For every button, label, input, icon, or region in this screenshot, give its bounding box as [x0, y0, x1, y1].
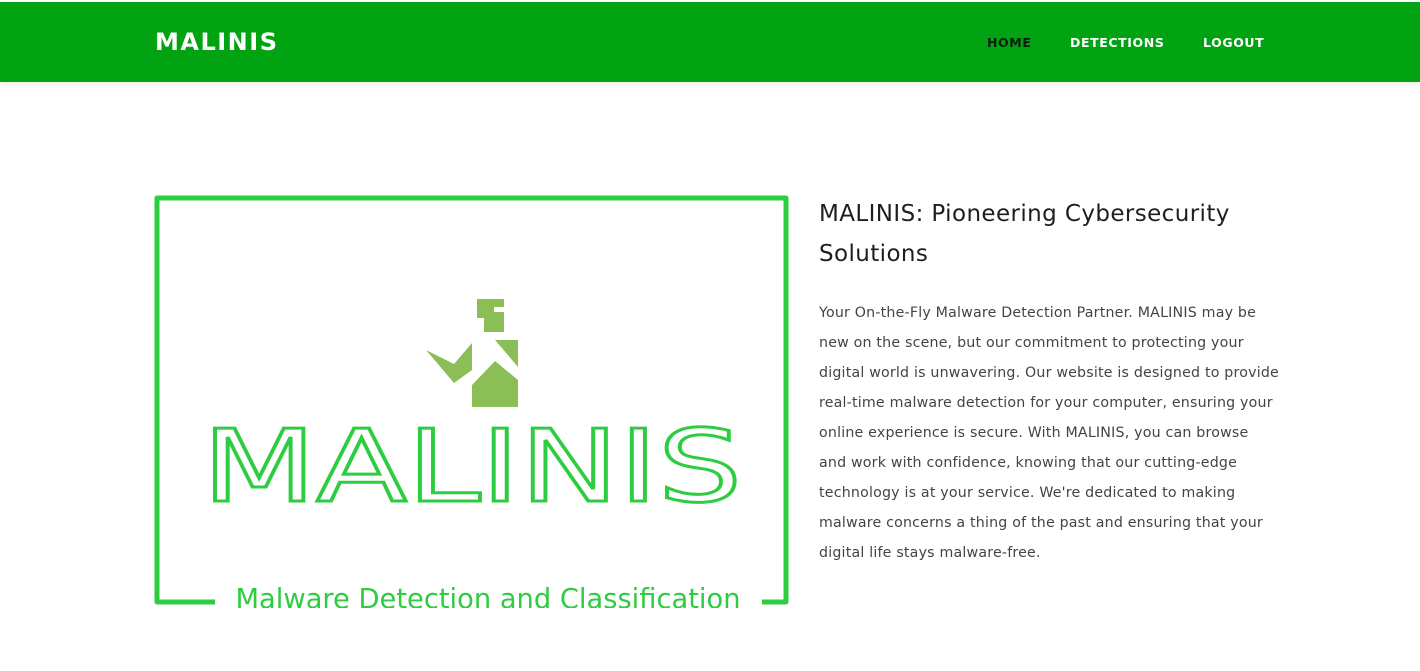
- logo-frame: [154, 195, 789, 605]
- logo-tagline: Malware Detection and Classification: [236, 582, 741, 608]
- mascot-icon: [426, 299, 518, 407]
- hero-title: MALINIS: Pioneering Cybersecurity Soluti…: [819, 201, 1230, 267]
- nav-link-home[interactable]: HOME: [987, 35, 1031, 51]
- nav-link-logout[interactable]: LOGOUT: [1203, 35, 1264, 51]
- nav-link-detections[interactable]: DETECTIONS: [1070, 35, 1164, 51]
- logo-wordmark: MALINIS: [202, 408, 742, 525]
- malinis-logo-image: MALINIS Malware Detection and Classifica…: [153, 194, 790, 608]
- top-navbar: MALINIS HOME DETECTIONS LOGOUT: [0, 2, 1420, 82]
- malinis-logo: MALINIS Malware Detection and Classifica…: [154, 195, 789, 608]
- hero-description: Your On-the-Fly Malware Detection Partne…: [819, 305, 1279, 561]
- main-nav: HOME DETECTIONS LOGOUT: [0, 35, 1420, 53]
